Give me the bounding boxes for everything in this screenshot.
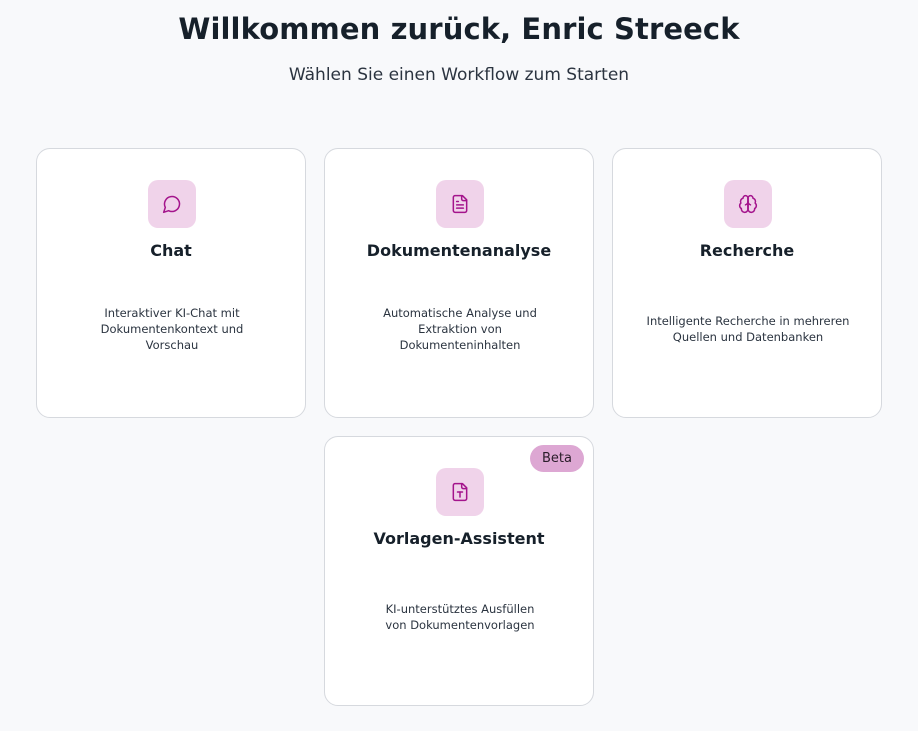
page-title: Willkommen zurück, Enric Streeck	[178, 12, 740, 46]
workflow-card-vorlagen-assistent[interactable]: Beta Vorlagen-Assistent KI-unterstütztes…	[324, 436, 594, 706]
workflow-start-page: Willkommen zurück, Enric Streeck Wählen …	[0, 0, 918, 731]
workflow-card-description: Intelligente Recherche in mehreren Quell…	[646, 314, 850, 344]
brain-icon	[724, 180, 772, 228]
workflow-card-title: Chat	[150, 241, 192, 260]
workflow-card-description: Automatische Analyse und Extraktion von …	[383, 306, 537, 352]
workflow-card-title: Vorlagen-Assistent	[373, 529, 545, 548]
workflow-card-recherche[interactable]: Recherche Intelligente Recherche in mehr…	[612, 148, 882, 418]
beta-badge: Beta	[530, 445, 584, 472]
template-document-icon	[436, 468, 484, 516]
workflow-card-dokumentenanalyse[interactable]: Dokumentenanalyse Automatische Analyse u…	[324, 148, 594, 418]
document-icon	[436, 180, 484, 228]
workflow-card-title: Dokumentenanalyse	[366, 241, 552, 260]
page-subtitle: Wählen Sie einen Workflow zum Starten	[288, 65, 630, 85]
workflow-card-description: Interaktiver KI-Chat mit Dokumentenkonte…	[100, 306, 244, 352]
workflow-card-description: KI-unterstütztes Ausfüllen von Dokumente…	[385, 602, 535, 632]
workflow-card-chat[interactable]: Chat Interaktiver KI-Chat mit Dokumenten…	[36, 148, 306, 418]
chat-bubble-icon	[148, 180, 196, 228]
workflow-card-title: Recherche	[699, 241, 795, 260]
